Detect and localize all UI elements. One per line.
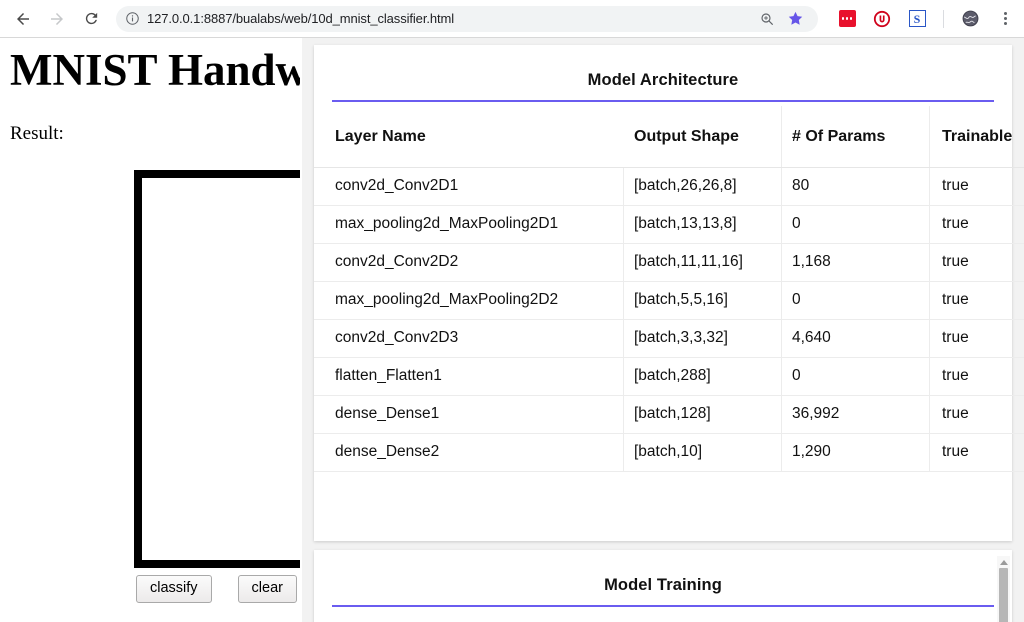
scroll-up-arrow-icon[interactable] bbox=[1000, 560, 1008, 565]
model-training-scrollbar[interactable] bbox=[997, 556, 1010, 622]
cell-num-params: 1,290 bbox=[782, 433, 930, 471]
column-header-trainable: Trainable bbox=[930, 106, 1024, 167]
reload-icon bbox=[83, 10, 100, 27]
cell-output-shape: [batch,5,5,16] bbox=[624, 281, 782, 319]
cell-num-params: 4,640 bbox=[782, 319, 930, 357]
cell-output-shape: [batch,10] bbox=[624, 433, 782, 471]
opera-extension-icon[interactable] bbox=[869, 6, 895, 32]
model-architecture-card: Model Architecture Layer Name Output Sha… bbox=[314, 45, 1012, 541]
table-row: dense_Dense1 [batch,128] 36,992 true bbox=[314, 395, 1024, 433]
cell-trainable: true bbox=[930, 281, 1024, 319]
table-row: conv2d_Conv2D1 [batch,26,26,8] 80 true bbox=[314, 167, 1024, 205]
cell-layer-name: conv2d_Conv2D2 bbox=[314, 243, 624, 281]
model-architecture-table: Layer Name Output Shape # Of Params Trai… bbox=[314, 106, 1024, 472]
cell-trainable: true bbox=[930, 205, 1024, 243]
cell-trainable: true bbox=[930, 433, 1024, 471]
cell-layer-name: max_pooling2d_MaxPooling2D2 bbox=[314, 281, 624, 319]
profile-avatar-icon[interactable] bbox=[957, 6, 983, 32]
screenshot-root: 127.0.0.1:8887/bualabs/web/10d_mnist_cla… bbox=[0, 0, 1024, 622]
adblock-glyph bbox=[839, 10, 856, 27]
cell-output-shape: [batch,26,26,8] bbox=[624, 167, 782, 205]
clear-button[interactable]: clear bbox=[238, 575, 297, 603]
visor-overlay: Model Architecture Layer Name Output Sha… bbox=[300, 38, 1024, 622]
table-header-row: Layer Name Output Shape # Of Params Trai… bbox=[314, 106, 1024, 167]
table-row: conv2d_Conv2D2 [batch,11,11,16] 1,168 tr… bbox=[314, 243, 1024, 281]
cell-output-shape: [batch,3,3,32] bbox=[624, 319, 782, 357]
cell-num-params: 80 bbox=[782, 167, 930, 205]
table-row: max_pooling2d_MaxPooling2D2 [batch,5,5,1… bbox=[314, 281, 1024, 319]
cell-trainable: true bbox=[930, 243, 1024, 281]
forward-arrow-icon bbox=[48, 10, 66, 28]
cell-layer-name: max_pooling2d_MaxPooling2D1 bbox=[314, 205, 624, 243]
model-training-card: Model Training onBatchEnd bbox=[314, 550, 1012, 622]
cell-layer-name: dense_Dense1 bbox=[314, 395, 624, 433]
cell-trainable: true bbox=[930, 357, 1024, 395]
scrollbar-thumb[interactable] bbox=[999, 568, 1008, 622]
cell-num-params: 1,168 bbox=[782, 243, 930, 281]
navigation-button-group bbox=[0, 4, 106, 34]
toolbar-divider bbox=[943, 10, 944, 28]
cell-num-params: 36,992 bbox=[782, 395, 930, 433]
cell-layer-name: flatten_Flatten1 bbox=[314, 357, 624, 395]
zoom-magnifier-icon[interactable] bbox=[754, 6, 780, 32]
back-arrow-icon bbox=[14, 10, 32, 28]
cell-output-shape: [batch,128] bbox=[624, 395, 782, 433]
table-row: flatten_Flatten1 [batch,288] 0 true bbox=[314, 357, 1024, 395]
cell-trainable: true bbox=[930, 319, 1024, 357]
cell-output-shape: [batch,13,13,8] bbox=[624, 205, 782, 243]
s-extension-icon[interactable]: S bbox=[904, 6, 930, 32]
extension-icon-group: S bbox=[824, 6, 1024, 32]
table-row: conv2d_Conv2D3 [batch,3,3,32] 4,640 true bbox=[314, 319, 1024, 357]
cell-layer-name: conv2d_Conv2D3 bbox=[314, 319, 624, 357]
back-button[interactable] bbox=[8, 4, 38, 34]
cell-layer-name: dense_Dense2 bbox=[314, 433, 624, 471]
model-architecture-title: Model Architecture bbox=[314, 45, 1012, 100]
cell-layer-name: conv2d_Conv2D1 bbox=[314, 167, 624, 205]
classify-button[interactable]: classify bbox=[136, 575, 212, 603]
browser-toolbar: 127.0.0.1:8887/bualabs/web/10d_mnist_cla… bbox=[0, 0, 1024, 38]
url-text[interactable]: 127.0.0.1:8887/bualabs/web/10d_mnist_cla… bbox=[147, 11, 454, 26]
info-circle-icon[interactable] bbox=[125, 11, 140, 26]
s-extension-glyph: S bbox=[909, 10, 926, 27]
model-training-title: Model Training bbox=[314, 550, 1012, 605]
model-architecture-divider bbox=[332, 100, 994, 102]
table-row: max_pooling2d_MaxPooling2D1 [batch,13,13… bbox=[314, 205, 1024, 243]
overlay-left-edge bbox=[300, 38, 302, 622]
cell-trainable: true bbox=[930, 167, 1024, 205]
on-batch-end-label: onBatchEnd bbox=[314, 607, 1012, 622]
column-header-layer-name: Layer Name bbox=[314, 106, 624, 167]
table-row: dense_Dense2 [batch,10] 1,290 true bbox=[314, 433, 1024, 471]
forward-button[interactable] bbox=[42, 4, 72, 34]
star-bookmark-icon[interactable] bbox=[782, 6, 808, 32]
cell-num-params: 0 bbox=[782, 281, 930, 319]
table-header: Layer Name Output Shape # Of Params Trai… bbox=[314, 106, 1024, 167]
address-bar[interactable]: 127.0.0.1:8887/bualabs/web/10d_mnist_cla… bbox=[116, 6, 818, 32]
reload-button[interactable] bbox=[76, 4, 106, 34]
column-header-output-shape: Output Shape bbox=[624, 106, 782, 167]
column-header-num-params: # Of Params bbox=[782, 106, 930, 167]
cell-output-shape: [batch,11,11,16] bbox=[624, 243, 782, 281]
menu-dots-glyph bbox=[1004, 12, 1007, 25]
table-body: conv2d_Conv2D1 [batch,26,26,8] 80 true m… bbox=[314, 167, 1024, 471]
canvas-button-row: classify clear bbox=[136, 575, 297, 603]
cell-trainable: true bbox=[930, 395, 1024, 433]
three-dot-menu-icon[interactable] bbox=[992, 6, 1018, 32]
page-title: MNIST Handwr bbox=[10, 46, 328, 96]
cell-num-params: 0 bbox=[782, 357, 930, 395]
cell-num-params: 0 bbox=[782, 205, 930, 243]
cell-output-shape: [batch,288] bbox=[624, 357, 782, 395]
result-label: Result: bbox=[10, 123, 64, 145]
adblock-extension-icon[interactable] bbox=[834, 6, 860, 32]
omnibox-actions bbox=[754, 6, 808, 32]
